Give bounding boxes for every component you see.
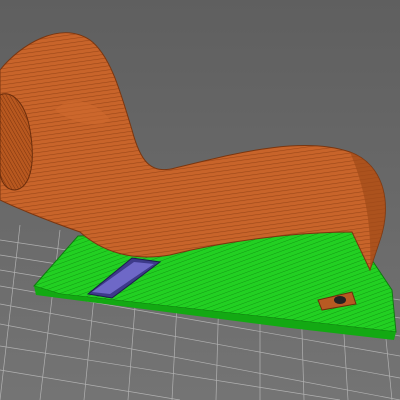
- preview-canvas[interactable]: [0, 0, 400, 400]
- 3d-print-preview-viewport[interactable]: [0, 0, 400, 400]
